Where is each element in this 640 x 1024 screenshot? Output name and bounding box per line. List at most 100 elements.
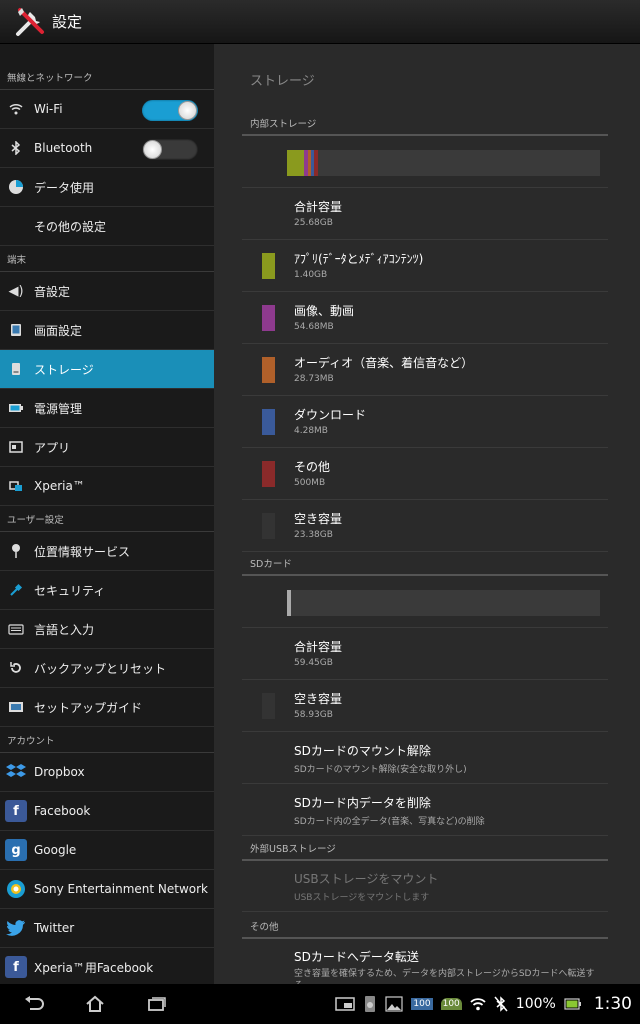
color-swatch — [262, 693, 275, 719]
item-value: 500MB — [294, 478, 326, 488]
internal-total-row: 合計容量 25.68GB — [242, 188, 608, 240]
item-title: SDカード内データを削除 — [294, 796, 431, 810]
sidebar-item-google[interactable]: g Google — [0, 831, 214, 870]
backup-icon — [7, 659, 25, 677]
sidebar-item-label: 画面設定 — [34, 323, 83, 338]
sd-unmount-row[interactable]: SDカードのマウント解除 SDカードのマウント解除(安全な取り外し) — [242, 732, 608, 784]
xperia-icon — [7, 477, 25, 495]
color-swatch — [262, 513, 275, 539]
bluetooth-toggle[interactable] — [142, 139, 198, 160]
wifi-toggle[interactable] — [142, 100, 198, 121]
sd-transfer-row[interactable]: SDカードへデータ転送 空き容量を確保するため、データを内部ストレージからSDカ… — [242, 938, 608, 984]
sidebar-item-storage[interactable]: ストレージ — [0, 350, 214, 389]
sidebar-item-label: Google — [34, 843, 77, 857]
battery-widget-icon: 100 — [411, 998, 433, 1010]
sidebar-item-label: 言語と入力 — [34, 622, 95, 637]
color-swatch — [262, 461, 275, 487]
color-swatch — [262, 357, 275, 383]
back-icon — [25, 996, 44, 1010]
sidebar-item-location[interactable]: 位置情報サービス — [0, 532, 214, 571]
sidebar-item-xperia[interactable]: Xperia™ — [0, 467, 214, 506]
sidebar-item-label: Twitter — [34, 921, 75, 935]
data-usage-icon — [7, 178, 25, 196]
item-title: 空き容量 — [294, 692, 343, 706]
downloads-row: ダウンロード 4.28MB — [242, 396, 608, 448]
sidebar-item-dropbox[interactable]: Dropbox — [0, 753, 214, 792]
app-title: 設定 — [52, 13, 83, 31]
bluetooth-off-icon — [494, 996, 508, 1012]
apps-data-row: ｱﾌﾟﾘ(ﾃﾞｰﾀとﾒﾃﾞｨｱｺﾝﾃﾝﾂ) 1.40GB — [242, 240, 608, 292]
keyboard-icon — [7, 620, 25, 638]
page-title: ストレージ — [250, 74, 315, 89]
sidebar-item-more-settings[interactable]: その他の設定 — [0, 207, 214, 246]
section-header-internal-storage: 内部ストレージ — [242, 116, 608, 136]
item-value: 23.38GB — [294, 530, 333, 540]
free-space-row: 空き容量 23.38GB — [242, 500, 608, 552]
home-icon — [86, 995, 104, 1012]
item-value: 54.68MB — [294, 322, 334, 332]
google-icon: g — [5, 839, 27, 861]
item-title: ｱﾌﾟﾘ(ﾃﾞｰﾀとﾒﾃﾞｨｱｺﾝﾃﾝﾂ) — [294, 252, 424, 266]
usage-segment — [314, 150, 318, 176]
wifi-signal-icon — [470, 997, 486, 1011]
sidebar-item-power[interactable]: 電源管理 — [0, 389, 214, 428]
sidebar-item-label: セキュリティ — [34, 583, 106, 598]
toggle-knob — [178, 101, 197, 120]
back-button[interactable] — [2, 984, 64, 1024]
sidebar-item-display[interactable]: 画面設定 — [0, 311, 214, 350]
sidebar-item-backup-reset[interactable]: バックアップとリセット — [0, 649, 214, 688]
section-header-wireless: 無線とネットワーク — [0, 44, 214, 90]
sidebar-item-data-usage[interactable]: データ使用 — [0, 168, 214, 207]
sidebar-item-twitter[interactable]: Twitter — [0, 909, 214, 948]
sidebar-item-language-input[interactable]: 言語と入力 — [0, 610, 214, 649]
battery-percent: 100% — [515, 996, 556, 1012]
sidebar-item-bluetooth[interactable]: Bluetooth — [0, 129, 214, 168]
item-subtitle: SDカード内の全データ(音楽、写真など)の削除 — [294, 817, 485, 827]
sidebar-item-label: Dropbox — [34, 765, 85, 779]
sidebar-item-sony-entertainment-network[interactable]: Sony Entertainment Network — [0, 870, 214, 909]
item-subtitle: USBストレージをマウントします — [294, 893, 430, 903]
color-swatch — [262, 305, 275, 331]
setup-guide-icon — [7, 698, 25, 716]
section-header-user-settings: ユーザー設定 — [0, 506, 214, 532]
item-title: ダウンロード — [294, 408, 367, 422]
sd-usage-row — [242, 574, 608, 628]
sidebar-item-setup-guide[interactable]: セットアップガイド — [0, 688, 214, 727]
item-title: USBストレージをマウント — [294, 872, 439, 886]
sidebar-item-apps[interactable]: アプリ — [0, 428, 214, 467]
item-title: SDカードへデータ転送 — [294, 950, 419, 964]
wifi-icon — [7, 100, 25, 118]
battery-level-icon — [564, 998, 582, 1010]
small-apps-icon[interactable] — [335, 996, 356, 1012]
status-area[interactable]: 100 100 100% 1:30 — [335, 984, 632, 1024]
internal-usage-bar — [287, 150, 600, 176]
xperia-facebook-icon: f — [5, 956, 27, 978]
usb-mount-row[interactable]: USBストレージをマウント USBストレージをマウントします — [242, 860, 608, 912]
system-bar: 100 100 100% 1:30 — [0, 984, 640, 1024]
facebook-icon: f — [5, 800, 27, 822]
battery-icon — [7, 399, 25, 417]
sd-usage-bar — [287, 590, 600, 616]
sidebar-item-wifi[interactable]: Wi-Fi — [0, 90, 214, 129]
sony-entertainment-network-icon — [5, 878, 27, 900]
home-button[interactable] — [64, 984, 126, 1024]
item-title: オーディオ（音楽、着信音など） — [294, 356, 474, 370]
color-swatch — [262, 409, 275, 435]
usage-segment — [287, 150, 304, 176]
sidebar-item-sound[interactable]: ◀) 音設定 — [0, 272, 214, 311]
sd-erase-row[interactable]: SDカード内データを削除 SDカード内の全データ(音楽、写真など)の削除 — [242, 784, 608, 836]
section-header-other: その他 — [242, 919, 608, 939]
sidebar-item-label: Facebook — [34, 804, 91, 818]
sidebar-item-label: ストレージ — [34, 362, 94, 377]
display-icon — [7, 321, 25, 339]
sidebar-item-label: Bluetooth — [34, 141, 93, 155]
sidebar-item-security[interactable]: セキュリティ — [0, 571, 214, 610]
recent-apps-button[interactable] — [126, 984, 188, 1024]
sidebar-item-facebook[interactable]: f Facebook — [0, 792, 214, 831]
sidebar-item-label: その他の設定 — [34, 219, 107, 234]
dropbox-icon — [5, 761, 27, 783]
section-header-accounts: アカウント — [0, 727, 214, 753]
sidebar-item-xperia-facebook[interactable]: f Xperia™用Facebook — [0, 948, 214, 984]
sidebar-item-label: Xperia™用Facebook — [34, 960, 154, 975]
settings-tools-icon[interactable] — [14, 6, 46, 38]
